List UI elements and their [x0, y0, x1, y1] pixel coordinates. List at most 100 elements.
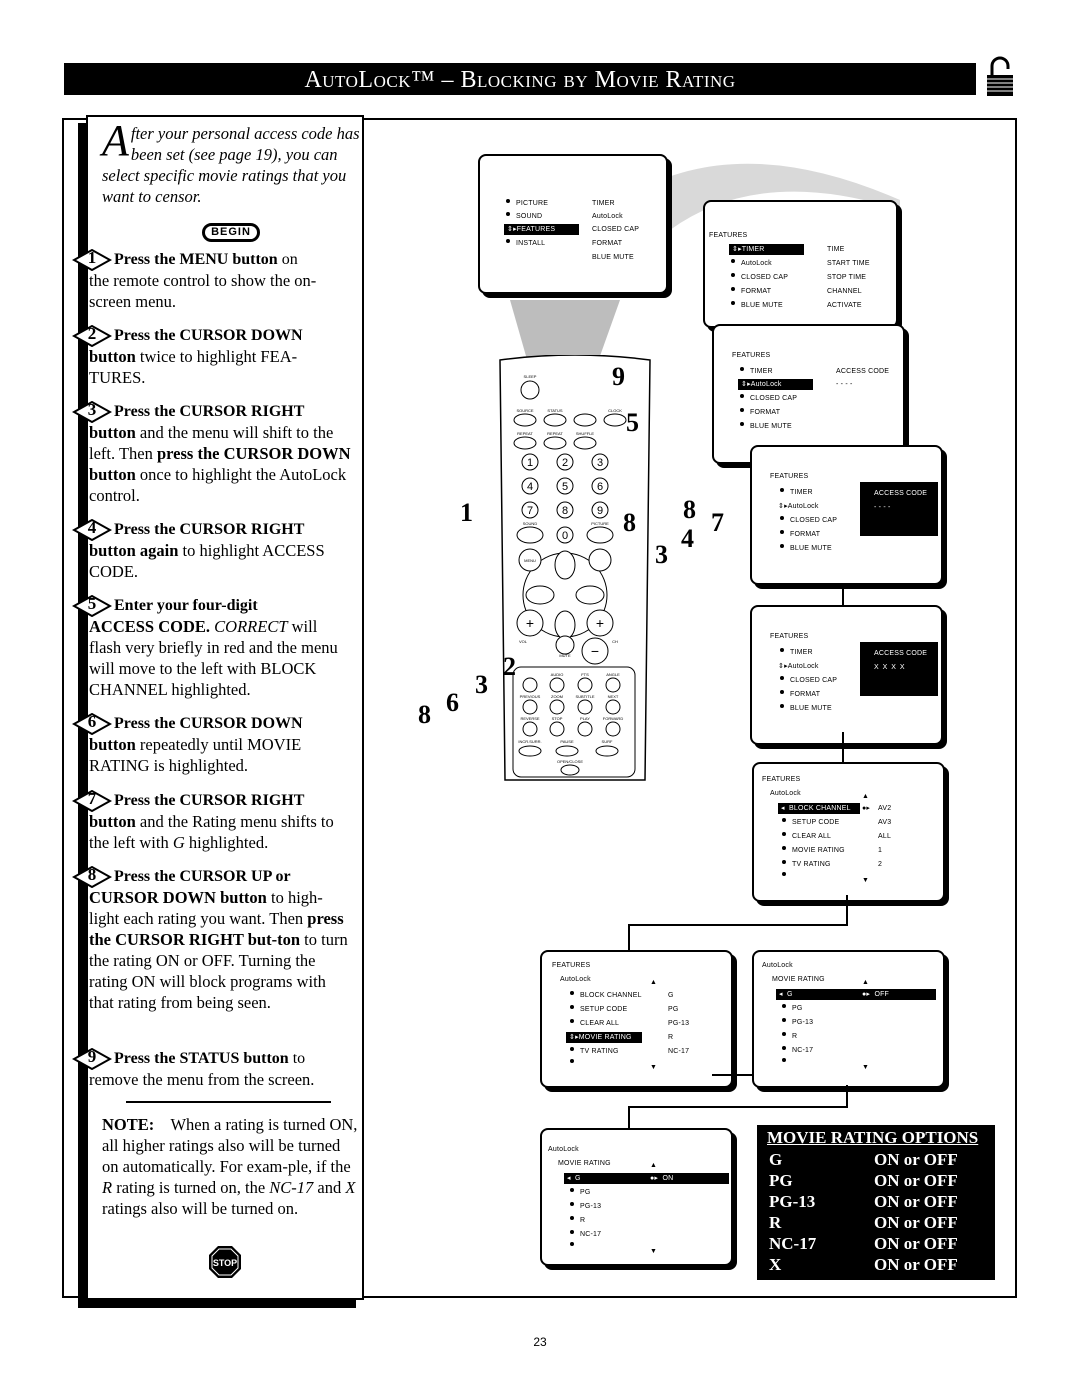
svg-text:INCR.SURR.: INCR.SURR.	[518, 739, 541, 744]
selected-menu-item[interactable]: ⇕▸MOVIE RATING	[566, 1032, 642, 1043]
option-row: PG-13 ON or OFF	[769, 1192, 958, 1211]
selected-menu-item[interactable]: ⇕▸TIMER	[729, 244, 804, 255]
svg-text:5: 5	[562, 481, 568, 493]
svg-text:8: 8	[562, 505, 568, 517]
svg-text:SOURCE: SOURCE	[516, 408, 533, 413]
flow-connector	[846, 1085, 848, 1107]
svg-text:+: +	[596, 615, 604, 631]
step-3: 3 Press the CURSOR RIGHT button and the …	[71, 400, 352, 506]
callout-step-3b: 3	[475, 670, 488, 699]
svg-text:OPEN/CLOSE: OPEN/CLOSE	[557, 759, 583, 764]
step-diamond-icon: 7	[71, 789, 113, 813]
note: NOTE: When a rating is turned ON, all hi…	[102, 1115, 358, 1218]
options-heading: MOVIE RATING OPTIONS	[767, 1128, 979, 1147]
step-5: 5 Enter your four-digit ACCESS CODE. COR…	[71, 594, 352, 700]
callout-step-1: 1	[460, 498, 473, 527]
movie-rating-options-box: MOVIE RATING OPTIONS G ON or OFF PG ON or …	[757, 1125, 995, 1280]
svg-text:SOUND: SOUND	[523, 521, 538, 526]
screen-access-code-entry: FEATURES TIMER ⇕▸AutoLock CLOSED CAP FOR…	[750, 445, 943, 585]
callout-step-9: 9	[612, 362, 625, 391]
svg-text:STOP: STOP	[552, 716, 563, 721]
begin-badge: BEGIN	[202, 223, 260, 242]
screen-rating-off: AutoLock MOVIE RATING ▲ ◂ G ●▸ OFF PG PG-…	[752, 950, 945, 1088]
scroll-up-icon[interactable]: ▲	[862, 791, 869, 802]
screen-main-menu: PICTURE SOUND ⇕▸FEATURES INSTALL TIMER A…	[478, 154, 668, 294]
padlock-icon	[985, 55, 1015, 97]
screen-autolock-movie-rating: FEATURES AutoLock ▲ BLOCK CHANNEL SETUP …	[540, 950, 733, 1088]
step-9: 9 Press the STATUS button to remove the …	[71, 1047, 352, 1090]
svg-text:NEXT: NEXT	[608, 694, 619, 699]
callout-step-8c: 8	[418, 700, 431, 729]
scroll-down-icon[interactable]: ▼	[862, 875, 869, 886]
callout-step-8: 8	[623, 508, 636, 537]
step-diamond-icon: 9	[71, 1047, 113, 1071]
step-diamond-icon: 2	[71, 324, 113, 348]
step-4: 4 Press the CURSOR RIGHT button again to…	[71, 518, 352, 582]
scroll-down-icon[interactable]: ▼	[650, 1062, 657, 1073]
page-title: AutoLock™ – Blocking by Movie Rating	[64, 63, 976, 95]
svg-text:PLAY: PLAY	[580, 716, 590, 721]
step-2: 2 Press the CURSOR DOWN button twice to …	[71, 324, 352, 388]
screen-autolock-block-channel: FEATURES AutoLock ▲ ◂ BLOCK CHANNEL ●▸ S…	[752, 762, 945, 902]
svg-text:MENU: MENU	[524, 558, 536, 563]
flow-connector	[628, 924, 848, 926]
svg-text:CH: CH	[612, 639, 618, 644]
option-row: PG ON or OFF	[769, 1171, 958, 1190]
step-6: 6 Press the CURSOR DOWN button repeatedl…	[71, 712, 352, 776]
flow-connector	[628, 1106, 848, 1108]
scroll-up-icon[interactable]: ▲	[650, 977, 657, 988]
svg-text:2: 2	[562, 457, 568, 469]
option-row: G ON or OFF	[769, 1150, 958, 1169]
callout-step-4: 4	[681, 524, 694, 553]
callout-step-6: 6	[446, 688, 459, 717]
instructions-panel: After your personal access code has been…	[71, 115, 364, 1300]
step-diamond-icon: 5	[71, 594, 113, 618]
scroll-down-icon[interactable]: ▼	[650, 1246, 657, 1257]
svg-text:3: 3	[597, 457, 603, 469]
screen-access-code-filled: FEATURES TIMER ⇕▸AutoLock CLOSED CAP FOR…	[750, 605, 943, 745]
selected-rating-row[interactable]: ◂ G ●▸ OFF	[776, 989, 936, 1000]
svg-text:ZOOM: ZOOM	[551, 694, 563, 699]
svg-text:VOL: VOL	[519, 639, 528, 644]
scroll-down-icon[interactable]: ▼	[862, 1062, 869, 1073]
scroll-up-icon[interactable]: ▲	[650, 1160, 657, 1171]
callout-step-7: 7	[711, 508, 724, 537]
page-number: 23	[533, 1335, 547, 1349]
svg-text:PREVIOUS: PREVIOUS	[520, 694, 541, 699]
step-diamond-icon: 4	[71, 518, 113, 542]
stop-sign-icon: STOP	[208, 1245, 242, 1279]
callout-step-2: 2	[503, 652, 516, 681]
flow-connector	[628, 924, 630, 952]
step-7: 7 Press the CURSOR RIGHT button and the …	[71, 789, 352, 853]
selected-menu-item[interactable]: ⇕▸AutoLock	[738, 379, 813, 390]
option-row: R ON or OFF	[769, 1213, 958, 1232]
svg-text:SLEEP: SLEEP	[524, 374, 537, 379]
flow-connector	[846, 895, 848, 925]
svg-text:4: 4	[527, 481, 533, 493]
scroll-up-icon[interactable]: ▲	[862, 977, 869, 988]
stop-label: STOP	[213, 1258, 237, 1268]
callout-step-3: 3	[655, 540, 668, 569]
svg-text:STATUS: STATUS	[547, 408, 563, 413]
svg-text:PAUSE: PAUSE	[560, 739, 574, 744]
svg-text:MUTE: MUTE	[559, 653, 571, 658]
svg-text:SHUFFLE: SHUFFLE	[576, 431, 595, 436]
step-1: 1 Press the MENU button on the remote co…	[71, 248, 352, 312]
svg-text:SURF: SURF	[602, 739, 613, 744]
step-diamond-icon: 3	[71, 400, 113, 424]
step-diamond-icon: 1	[71, 248, 113, 272]
screen-rating-on: AutoLock MOVIE RATING ▲ ◂ G ●▸ ON PG PG-1…	[540, 1128, 733, 1266]
selected-menu-item[interactable]: ◂ BLOCK CHANNEL	[778, 803, 860, 814]
access-code-box[interactable]: ACCESS CODE X X X X	[860, 642, 938, 696]
selected-menu-item[interactable]: ⇕▸FEATURES	[504, 224, 579, 235]
svg-text:FORWARD: FORWARD	[603, 716, 624, 721]
svg-text:9: 9	[597, 505, 603, 517]
screen-features-autolock: FEATURES TIMER ⇕▸AutoLock CLOSED CAP FOR…	[712, 324, 905, 464]
access-code-box[interactable]: ACCESS CODE - - - -	[860, 482, 938, 536]
svg-text:ANGLE: ANGLE	[606, 672, 620, 677]
svg-text:FTS: FTS	[581, 672, 589, 677]
selected-rating-row[interactable]: ◂ G ●▸ ON	[564, 1173, 729, 1184]
svg-text:AUDIO: AUDIO	[551, 672, 564, 677]
intro-paragraph: After your personal access code has been…	[102, 116, 360, 207]
callout-step-5: 5	[626, 408, 639, 437]
